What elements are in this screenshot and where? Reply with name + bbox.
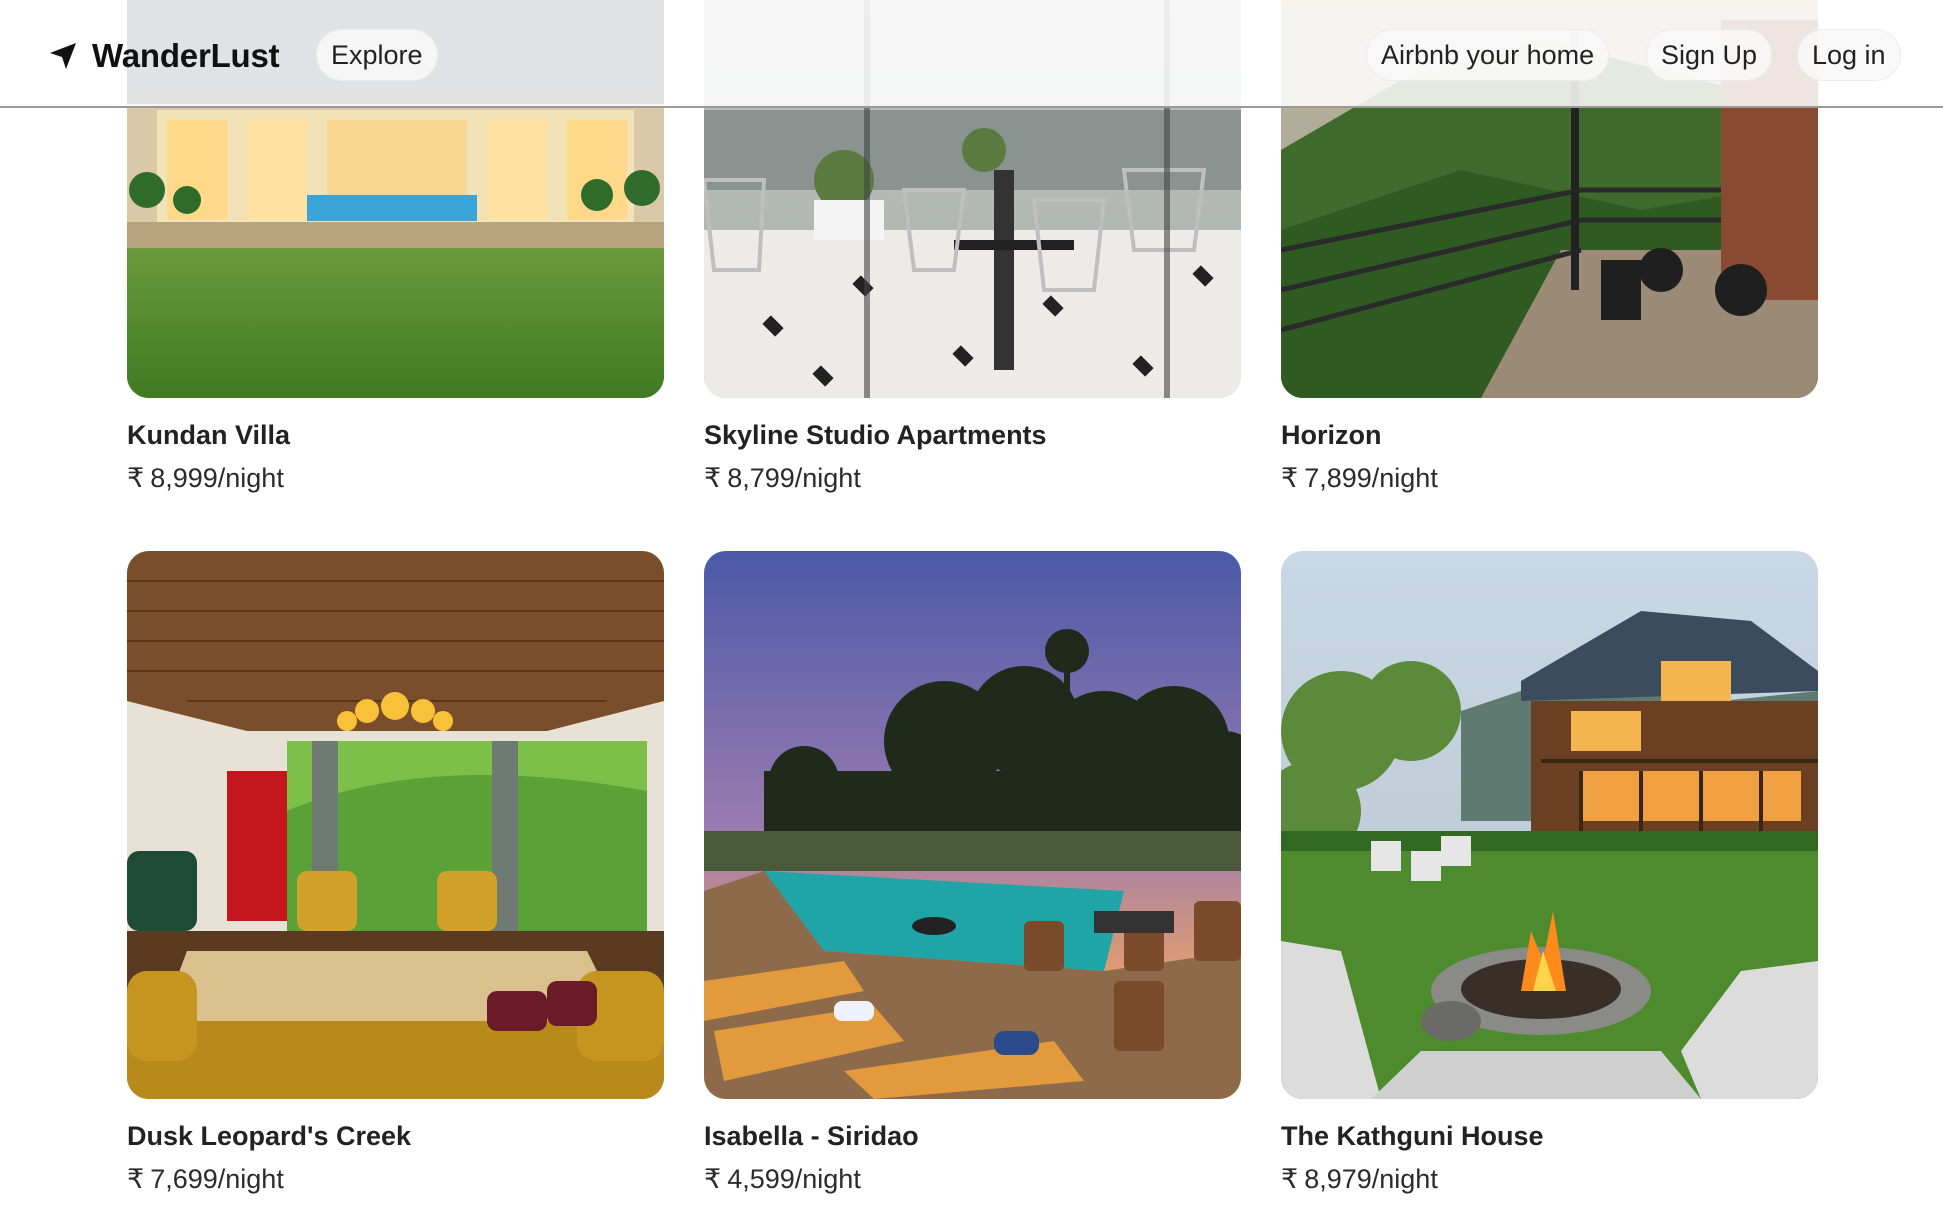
listing-card[interactable]: Dusk Leopard's Creek ₹7,699/night xyxy=(127,551,664,1195)
listing-photo[interactable] xyxy=(704,551,1241,1099)
listing-card[interactable]: Isabella - Siridao ₹4,599/night xyxy=(704,551,1241,1195)
listing-card[interactable]: The Kathguni House ₹8,979/night xyxy=(1281,551,1818,1195)
page: WanderLust Explore Airbnb your home Sign… xyxy=(0,0,1943,1214)
listing-title: Dusk Leopard's Creek xyxy=(127,1121,412,1151)
listing-photo[interactable] xyxy=(1281,551,1818,1099)
living-room-photo xyxy=(127,551,664,1099)
listing-price: ₹8,999/night xyxy=(127,463,284,493)
listing-title: Skyline Studio Apartments xyxy=(704,420,1047,450)
brand-name: WanderLust xyxy=(92,37,280,74)
nav-explore-link[interactable]: Explore xyxy=(316,29,438,81)
navigation-arrow-icon xyxy=(50,43,76,69)
listing-price: ₹7,699/night xyxy=(127,1164,284,1194)
listing-title: Horizon xyxy=(1281,420,1382,450)
listing-title: The Kathguni House xyxy=(1281,1121,1544,1151)
listing-title: Isabella - Siridao xyxy=(704,1121,919,1151)
top-navbar: WanderLust Explore Airbnb your home Sign… xyxy=(0,0,1943,108)
wooden-house-firepit-photo xyxy=(1281,551,1818,1099)
nav-signup-link[interactable]: Sign Up xyxy=(1646,29,1773,81)
listing-title: Kundan Villa xyxy=(127,420,291,450)
listing-price: ₹7,899/night xyxy=(1281,463,1438,493)
nav-login-link[interactable]: Log in xyxy=(1797,29,1901,81)
nav-host-link[interactable]: Airbnb your home xyxy=(1366,29,1610,81)
pool-sunset-photo xyxy=(704,551,1241,1099)
listing-price: ₹8,799/night xyxy=(704,463,861,493)
listing-price: ₹8,979/night xyxy=(1281,1164,1438,1194)
brand-logo[interactable]: WanderLust xyxy=(48,36,280,76)
listing-price: ₹4,599/night xyxy=(704,1164,861,1194)
listing-photo[interactable] xyxy=(127,551,664,1099)
